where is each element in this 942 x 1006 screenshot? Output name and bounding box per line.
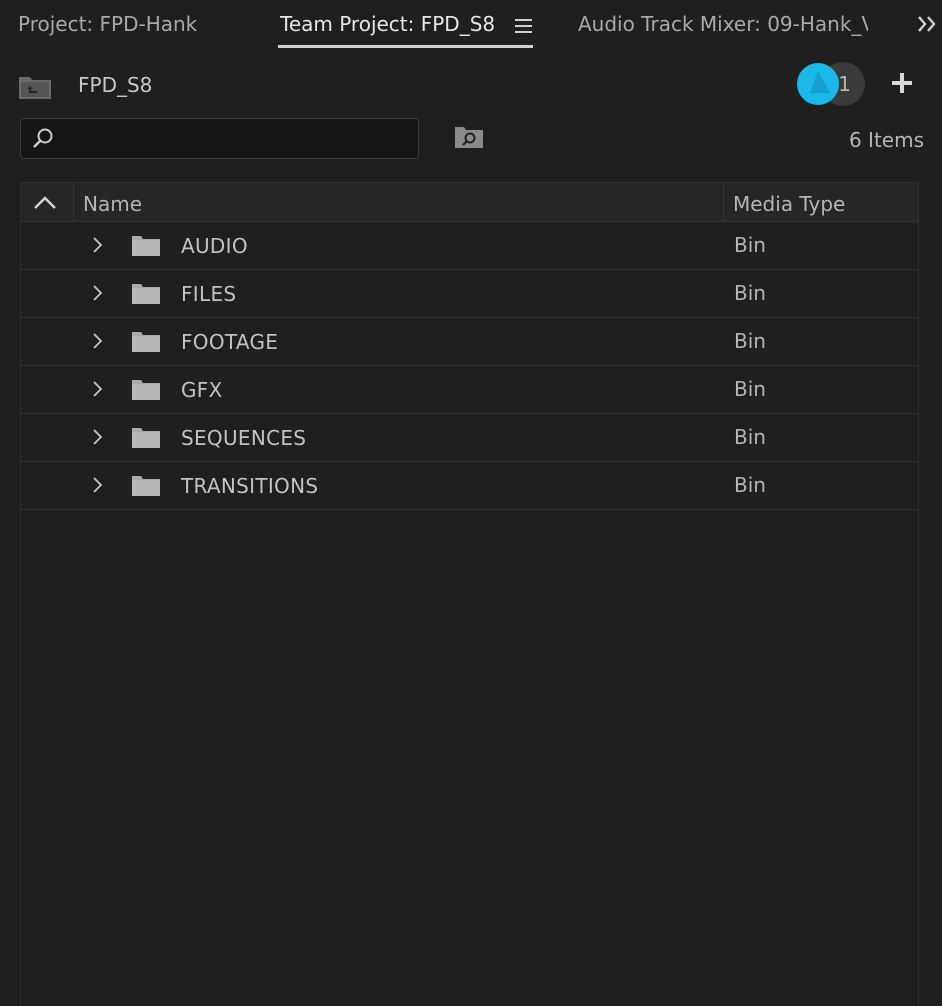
- folder-icon: [131, 475, 161, 497]
- item-media-type: Bin: [734, 281, 766, 305]
- tab-team-project[interactable]: Team Project: FPD_S8: [280, 12, 495, 40]
- chevron-right-icon[interactable]: [91, 285, 105, 301]
- search-icon: [31, 127, 55, 151]
- item-name: FILES: [181, 282, 237, 306]
- chevron-right-icon[interactable]: [91, 237, 105, 253]
- item-media-type: Bin: [734, 473, 766, 497]
- active-tab-indicator: [278, 45, 533, 48]
- item-media-type: Bin: [734, 425, 766, 449]
- item-name: GFX: [181, 378, 223, 402]
- plus-icon[interactable]: [890, 71, 914, 95]
- chevron-right-icon[interactable]: [91, 381, 105, 397]
- item-media-type: Bin: [734, 377, 766, 401]
- column-divider[interactable]: [723, 183, 724, 221]
- folder-icon: [131, 427, 161, 449]
- list-item[interactable]: SEQUENCES Bin: [21, 414, 918, 462]
- avatar[interactable]: [797, 63, 839, 105]
- chevron-double-right-icon[interactable]: [916, 12, 940, 36]
- item-count: 6 Items: [848, 128, 924, 152]
- folder-icon: [131, 379, 161, 401]
- list-item[interactable]: AUDIO Bin: [21, 222, 918, 270]
- item-name: SEQUENCES: [181, 426, 307, 450]
- item-name: AUDIO: [181, 234, 248, 258]
- item-name: TRANSITIONS: [181, 474, 319, 498]
- list-header: Name Media Type: [21, 183, 918, 222]
- item-name: FOOTAGE: [181, 330, 279, 354]
- find-in-bin-icon[interactable]: [453, 124, 485, 150]
- column-header-media-type[interactable]: Media Type: [733, 192, 845, 216]
- folder-icon: [131, 235, 161, 257]
- bin-title: FPD_S8: [78, 73, 153, 97]
- folder-icon: [131, 283, 161, 305]
- chevron-right-icon[interactable]: [91, 429, 105, 445]
- tab-bar: Project: FPD-Hank Team Project: FPD_S8 A…: [0, 0, 942, 52]
- list-item[interactable]: FILES Bin: [21, 270, 918, 318]
- collaborators[interactable]: 1: [797, 62, 877, 106]
- sort-toggle[interactable]: [21, 183, 74, 221]
- search-input[interactable]: [65, 123, 409, 155]
- chevron-right-icon[interactable]: [91, 477, 105, 493]
- chevron-right-icon[interactable]: [91, 333, 105, 349]
- chevron-up-icon: [34, 196, 56, 209]
- column-header-name[interactable]: Name: [83, 192, 142, 216]
- bin-list: Name Media Type AUDIO Bin FILES Bin FOOT…: [20, 182, 919, 1006]
- item-media-type: Bin: [734, 233, 766, 257]
- item-media-type: Bin: [734, 329, 766, 353]
- folder-icon: [131, 331, 161, 353]
- tab-project[interactable]: Project: FPD-Hank: [18, 12, 197, 40]
- list-item[interactable]: GFX Bin: [21, 366, 918, 414]
- panel-menu-icon[interactable]: [515, 19, 532, 33]
- search-field[interactable]: [20, 118, 419, 159]
- parent-bin-icon[interactable]: [18, 74, 52, 100]
- list-item[interactable]: TRANSITIONS Bin: [21, 462, 918, 510]
- tab-audio-track-mixer[interactable]: Audio Track Mixer: 09-Hank_V: [578, 12, 868, 40]
- list-item[interactable]: FOOTAGE Bin: [21, 318, 918, 366]
- project-panel: Project: FPD-Hank Team Project: FPD_S8 A…: [0, 0, 942, 1006]
